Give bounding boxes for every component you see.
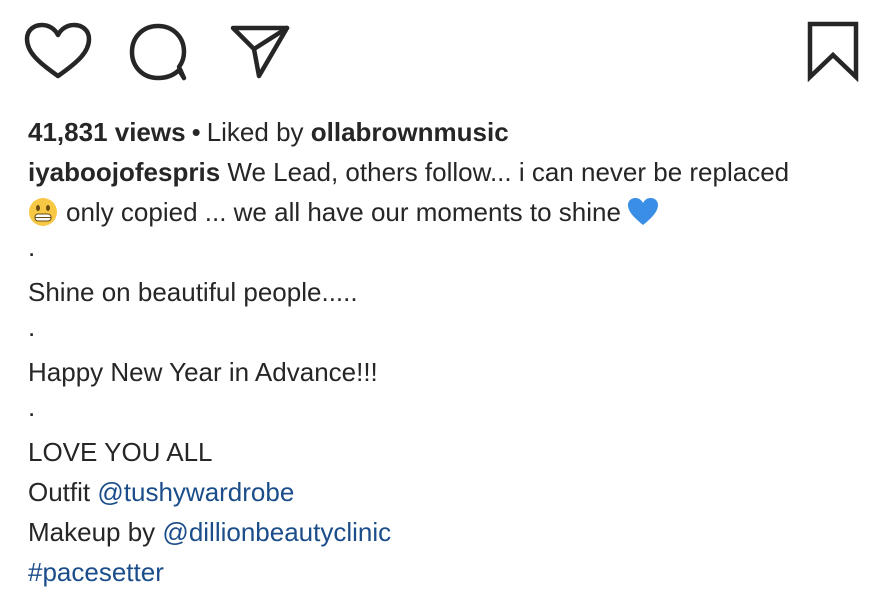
dot-separator: .: [28, 312, 36, 342]
caption-text-line2: only copied ... we all have our moments …: [66, 197, 621, 227]
makeup-mention-link[interactable]: @dillionbeautyclinic: [162, 517, 391, 547]
separator-dot: •: [191, 117, 201, 147]
outfit-mention-link[interactable]: @tushywardrobe: [97, 477, 294, 507]
hashtag-link[interactable]: #pacesetter: [28, 557, 164, 587]
views-row: 41,831 views • Liked by ollabrownmusic: [28, 112, 868, 152]
caption-text-line4: Happy New Year in Advance!!!: [28, 357, 378, 387]
post-action-bar: [0, 0, 873, 100]
caption-author[interactable]: iyaboojofespris: [28, 157, 220, 187]
caption-first-line: iyaboojofespris We Lead, others follow..…: [28, 152, 868, 192]
caption-text-line1: We Lead, others follow... i can never be…: [227, 157, 790, 187]
speech-bubble-icon[interactable]: [127, 22, 189, 82]
blue-heart-emoji-icon: [627, 197, 659, 227]
dot-separator: .: [28, 392, 36, 422]
bookmark-icon[interactable]: [805, 20, 861, 82]
makeup-label: Makeup by: [28, 517, 156, 547]
grinning-face-emoji-icon: [28, 197, 58, 227]
heart-outline-icon[interactable]: [24, 22, 92, 80]
caption-text-line5: LOVE YOU ALL: [28, 437, 213, 467]
liked-by-username[interactable]: ollabrownmusic: [311, 117, 509, 147]
hashtag-row: #pacesetter: [28, 552, 868, 592]
outfit-credit-row: Outfit @tushywardrobe: [28, 472, 868, 512]
view-count[interactable]: 41,831 views: [28, 117, 186, 147]
outfit-label: Outfit: [28, 477, 91, 507]
post-details: 41,831 views • Liked by ollabrownmusic iya…: [28, 112, 868, 592]
caption-text-line3: Shine on beautiful people.....: [28, 277, 358, 307]
dot-separator: .: [28, 232, 36, 262]
makeup-credit-row: Makeup by @dillionbeautyclinic: [28, 512, 868, 552]
caption-second-line: only copied ... we all have our moments …: [28, 192, 868, 232]
paper-plane-icon[interactable]: [229, 22, 291, 80]
liked-by-label: Liked by: [206, 117, 304, 147]
